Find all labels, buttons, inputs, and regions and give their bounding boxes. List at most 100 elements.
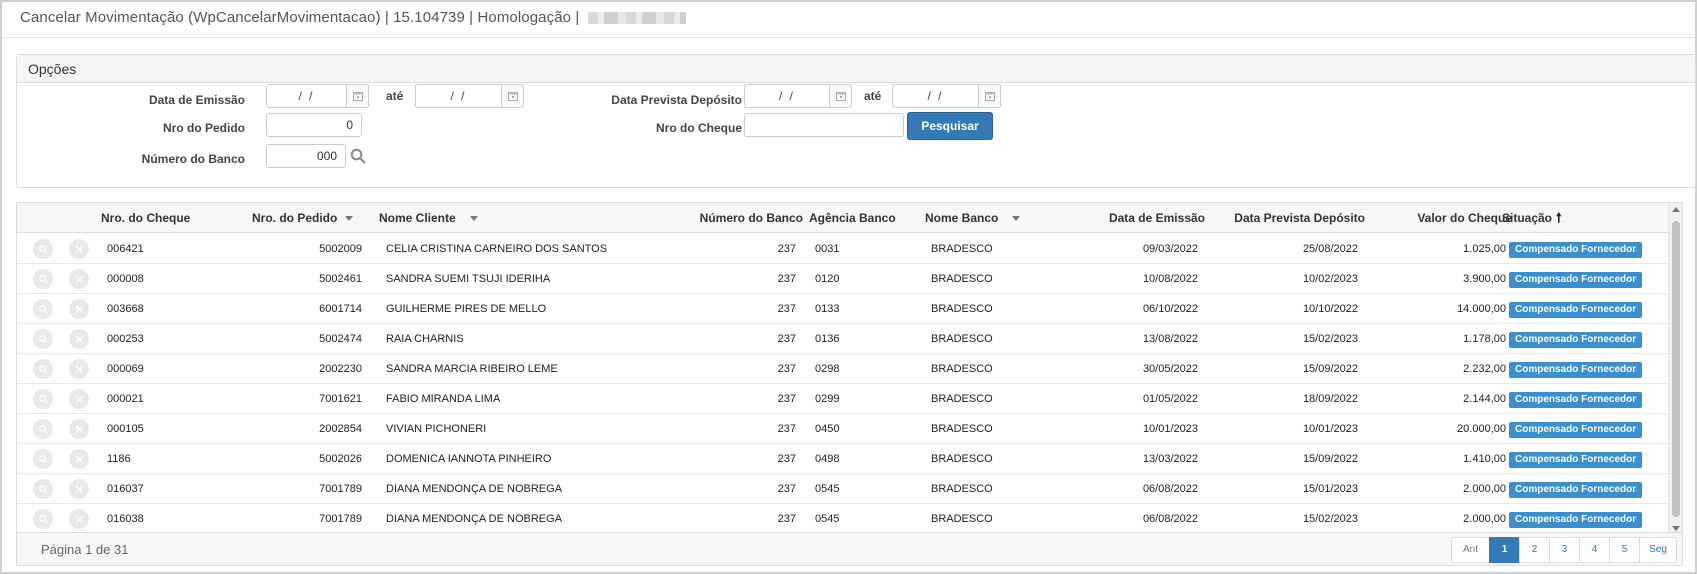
cell-data-prevista: 15/09/2022 [1302, 363, 1358, 375]
cell-nome-cliente: DIANA MENDONÇA DE NOBREGA [386, 483, 563, 495]
close-icon[interactable] [69, 449, 89, 469]
cell-agencia-banco: 0450 [815, 423, 840, 435]
scroll-up-icon[interactable] [1672, 207, 1680, 212]
table-row: 016038 7001789 DIANA MENDONÇA DE NOBREGA… [17, 504, 1682, 534]
pager-page-3[interactable]: 3 [1549, 537, 1580, 563]
status-badge: Compensado Fornecedor [1509, 242, 1643, 258]
scroll-thumb[interactable] [1672, 221, 1680, 517]
col-nome-cliente[interactable]: Nome Cliente [379, 203, 478, 233]
table-row: 000021 7001621 FABIO MIRANDA LIMA 237 02… [17, 384, 1682, 414]
table-row: 003668 6001714 GUILHERME PIRES DE MELLO … [17, 294, 1682, 324]
vertical-scrollbar[interactable] [1668, 203, 1682, 535]
cell-nro-cheque: 003668 [107, 303, 144, 315]
nro-pedido-input[interactable]: 0 [266, 113, 362, 137]
col-situacao[interactable]: Situação 🠕 [1502, 203, 1562, 233]
scroll-down-icon[interactable] [1672, 526, 1680, 531]
status-badge: Compensado Fornecedor [1509, 482, 1643, 498]
calendar-icon[interactable] [346, 85, 368, 107]
data-prevista-fim-input[interactable]: / / [892, 84, 1001, 108]
calendar-icon[interactable] [501, 85, 523, 107]
cell-nome-cliente: SANDRA SUEMI TSUJI IDERIHA [386, 273, 551, 285]
cell-nome-cliente: RAIA CHARNIS [386, 333, 464, 345]
magnifier-icon[interactable] [33, 479, 53, 499]
magnifier-icon[interactable] [33, 329, 53, 349]
cell-valor-cheque: 1.178,00 [1463, 333, 1506, 345]
magnifier-icon[interactable] [33, 359, 53, 379]
cell-data-prevista: 10/10/2022 [1302, 303, 1358, 315]
magnifier-icon[interactable] [33, 299, 53, 319]
close-icon[interactable] [69, 269, 89, 289]
chevron-down-icon[interactable] [469, 216, 478, 222]
cell-data-emissao: 01/05/2022 [1142, 393, 1198, 405]
col-nome-banco[interactable]: Nome Banco [925, 203, 1021, 233]
magnifier-icon[interactable] [33, 239, 53, 259]
cell-data-emissao: 30/05/2022 [1142, 363, 1198, 375]
close-icon[interactable] [69, 239, 89, 259]
close-icon[interactable] [69, 479, 89, 499]
magnifier-icon[interactable] [33, 269, 53, 289]
col-nro-pedido[interactable]: Nro. do Pedido [252, 203, 354, 233]
chevron-down-icon[interactable] [1012, 216, 1021, 222]
close-icon[interactable] [69, 389, 89, 409]
cell-nro-pedido: 7001621 [319, 393, 362, 405]
cell-agencia-banco: 0299 [815, 393, 840, 405]
calendar-icon[interactable] [829, 85, 851, 107]
calendar-icon[interactable] [978, 85, 1000, 107]
close-icon[interactable] [69, 509, 89, 529]
close-icon[interactable] [69, 329, 89, 349]
close-icon[interactable] [69, 419, 89, 439]
cell-data-emissao: 06/10/2022 [1142, 303, 1198, 315]
nro-cheque-input[interactable] [744, 113, 904, 137]
data-prevista-inicio-value: / / [778, 89, 795, 103]
pager-page-1[interactable]: 1 [1489, 537, 1520, 563]
cell-nome-banco: BRADESCO [931, 333, 993, 345]
col-data-emissao[interactable]: Data de Emissão [1057, 203, 1205, 233]
close-icon[interactable] [69, 299, 89, 319]
cell-data-emissao: 09/03/2022 [1142, 243, 1198, 255]
cell-nro-cheque: 000008 [107, 273, 144, 285]
pager-page-4[interactable]: 4 [1579, 537, 1610, 563]
pesquisar-button[interactable]: Pesquisar [907, 112, 993, 140]
magnifier-icon[interactable] [33, 419, 53, 439]
search-icon[interactable] [348, 146, 368, 166]
data-prevista-inicio-input[interactable]: / / [744, 84, 852, 108]
col-valor-cheque[interactable]: Valor do Cheque [1367, 203, 1512, 233]
data-emissao-inicio-input[interactable]: / / [266, 84, 369, 108]
pager-prev-button[interactable]: Ant [1451, 537, 1490, 563]
cell-valor-cheque: 1.410,00 [1463, 453, 1506, 465]
cell-nro-pedido: 5002474 [319, 333, 362, 345]
magnifier-icon[interactable] [33, 509, 53, 529]
cell-nome-banco: BRADESCO [931, 423, 993, 435]
magnifier-icon[interactable] [33, 449, 53, 469]
status-badge: Compensado Fornecedor [1509, 272, 1643, 288]
cell-data-prevista: 25/08/2022 [1302, 243, 1358, 255]
col-nro-cheque[interactable]: Nro. do Cheque [101, 203, 190, 233]
cell-agencia-banco: 0545 [815, 483, 840, 495]
arrow-up-icon[interactable]: 🠕 [1556, 203, 1562, 233]
cell-data-emissao: 06/08/2022 [1142, 513, 1198, 525]
data-emissao-fim-input[interactable]: / / [415, 84, 524, 108]
cell-nro-cheque: 000069 [107, 363, 144, 375]
page-info: Página 1 de 31 [41, 542, 129, 557]
numero-banco-input[interactable]: 000 [266, 144, 346, 168]
pager-page-2[interactable]: 2 [1519, 537, 1550, 563]
cell-data-prevista: 10/01/2023 [1302, 423, 1358, 435]
cell-nro-cheque: 000021 [107, 393, 144, 405]
close-icon[interactable] [69, 359, 89, 379]
cell-data-prevista: 15/09/2022 [1302, 453, 1358, 465]
grid-footer: Página 1 de 31 Ant 1 2 3 4 5 Seg [17, 532, 1682, 565]
status-badge: Compensado Fornecedor [1509, 332, 1643, 348]
table-row: 006421 5002009 CELIA CRISTINA CARNEIRO D… [17, 234, 1682, 264]
cell-nome-cliente: FABIO MIRANDA LIMA [386, 393, 501, 405]
title-divider [2, 37, 1695, 38]
cell-nro-pedido: 5002461 [319, 273, 362, 285]
cell-nro-pedido: 6001714 [319, 303, 362, 315]
magnifier-icon[interactable] [33, 389, 53, 409]
cell-valor-cheque: 2.232,00 [1463, 363, 1506, 375]
pager-next-button[interactable]: Seg [1639, 537, 1677, 563]
col-numero-banco[interactable]: Número do Banco [657, 203, 803, 233]
chevron-down-icon[interactable] [345, 216, 354, 222]
col-agencia-banco[interactable]: Agência Banco [809, 203, 896, 233]
pager-page-5[interactable]: 5 [1609, 537, 1640, 563]
col-data-prevista[interactable]: Data Prevista Depósito [1207, 203, 1365, 233]
